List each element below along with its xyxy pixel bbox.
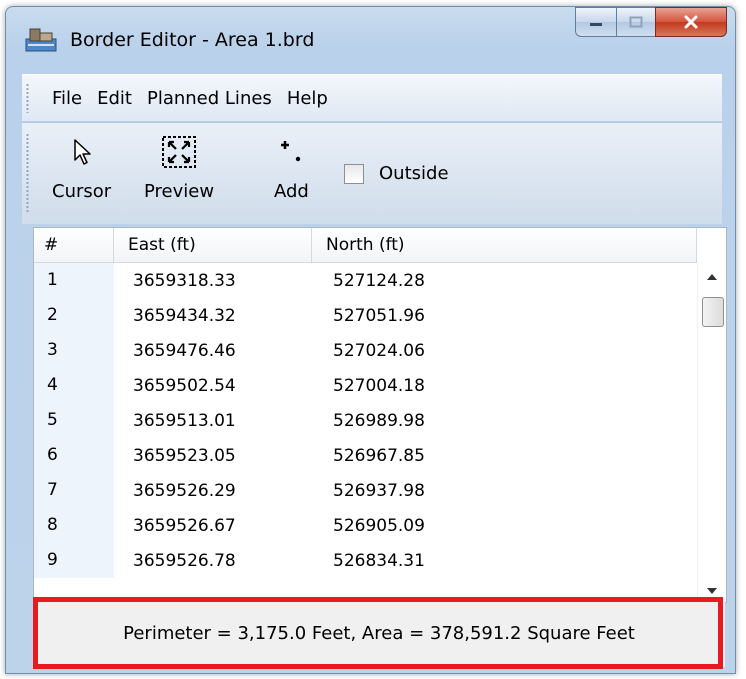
row-number: 5 — [34, 403, 114, 438]
menu-edit[interactable]: Edit — [97, 88, 132, 109]
menu-help[interactable]: Help — [287, 88, 328, 109]
perimeter-area-text: Perimeter = 3,175.0 Feet, Area = 378,591… — [123, 623, 635, 644]
menu-bar: File Edit Planned Lines Help — [22, 74, 722, 121]
column-header-number[interactable]: # — [34, 228, 114, 262]
table-row[interactable]: 4 3659502.54 527004.18 — [34, 368, 697, 403]
coordinates-grid: # East (ft) North (ft) 1 3659318.33 5271… — [33, 227, 727, 603]
row-number: 3 — [34, 333, 114, 368]
preview-label: Preview — [144, 181, 215, 202]
row-number: 6 — [34, 438, 114, 473]
north-cell[interactable]: 526905.09 — [312, 516, 697, 536]
table-row[interactable]: 8 3659526.67 526905.09 — [34, 508, 697, 543]
north-cell[interactable]: 526967.85 — [312, 446, 697, 466]
menu-grip[interactable] — [26, 83, 29, 113]
add-label: Add — [274, 181, 309, 202]
table-row[interactable]: 6 3659523.05 526967.85 — [34, 438, 697, 473]
outside-checkbox[interactable] — [344, 163, 364, 184]
title-bar[interactable]: Border Editor - Area 1.brd — [6, 7, 735, 69]
row-number: 1 — [34, 263, 114, 298]
cursor-label: Cursor — [52, 181, 112, 202]
east-cell[interactable]: 3659434.32 — [114, 306, 312, 326]
minimize-icon — [590, 23, 602, 26]
column-header-north[interactable]: North (ft) — [312, 228, 697, 262]
minimize-button[interactable] — [575, 7, 616, 37]
toolbar-grip[interactable] — [26, 133, 29, 213]
add-tool-button[interactable]: Add — [274, 129, 309, 202]
preview-expand-icon — [162, 136, 197, 168]
east-cell[interactable]: 3659318.33 — [114, 271, 312, 291]
table-row[interactable]: 2 3659434.32 527051.96 — [34, 298, 697, 333]
north-cell[interactable]: 526834.31 — [312, 551, 697, 571]
cursor-tool-button[interactable]: Cursor — [52, 129, 111, 202]
north-cell[interactable]: 526989.98 — [312, 411, 697, 431]
north-cell[interactable]: 527024.06 — [312, 341, 697, 361]
row-number: 8 — [34, 508, 114, 543]
scrollbar-thumb[interactable] — [702, 297, 724, 327]
close-button[interactable] — [655, 7, 727, 37]
table-row[interactable]: 9 3659526.78 526834.31 — [34, 543, 697, 578]
menu-file[interactable]: File — [52, 88, 82, 109]
cursor-arrow-icon — [73, 139, 91, 165]
add-point-icon — [281, 141, 301, 162]
table-row[interactable]: 1 3659318.33 527124.28 — [34, 263, 697, 298]
column-header-east[interactable]: East (ft) — [114, 228, 312, 262]
grid-rows: 1 3659318.33 527124.28 2 3659434.32 5270… — [34, 263, 697, 578]
scroll-down-button[interactable] — [698, 580, 726, 602]
scroll-up-arrow-icon — [707, 274, 717, 280]
border-editor-window: Border Editor - Area 1.brd File Edit Pla… — [5, 6, 736, 674]
vertical-scrollbar[interactable] — [697, 262, 726, 602]
east-cell[interactable]: 3659523.05 — [114, 446, 312, 466]
toolbar: Cursor Preview Add Outside — [22, 122, 722, 224]
status-bar: Perimeter = 3,175.0 Feet, Area = 378,591… — [33, 601, 725, 667]
north-cell[interactable]: 527124.28 — [312, 271, 697, 291]
app-icon — [25, 28, 57, 52]
close-icon — [684, 15, 698, 29]
scroll-up-button[interactable] — [698, 266, 726, 288]
row-number: 4 — [34, 368, 114, 403]
outside-label: Outside — [379, 163, 449, 184]
maximize-button[interactable] — [616, 7, 655, 37]
scroll-down-arrow-icon — [707, 588, 717, 594]
north-cell[interactable]: 527051.96 — [312, 306, 697, 326]
row-number: 7 — [34, 473, 114, 508]
north-cell[interactable]: 526937.98 — [312, 481, 697, 501]
east-cell[interactable]: 3659476.46 — [114, 341, 312, 361]
window-controls — [575, 7, 727, 37]
table-row[interactable]: 3 3659476.46 527024.06 — [34, 333, 697, 368]
outside-option[interactable]: Outside — [344, 163, 449, 184]
maximize-icon — [629, 16, 643, 28]
row-number: 2 — [34, 298, 114, 333]
row-number: 9 — [34, 543, 114, 578]
east-cell[interactable]: 3659526.29 — [114, 481, 312, 501]
table-row[interactable]: 5 3659513.01 526989.98 — [34, 403, 697, 438]
menu-planned-lines[interactable]: Planned Lines — [147, 88, 272, 109]
north-cell[interactable]: 527004.18 — [312, 376, 697, 396]
east-cell[interactable]: 3659513.01 — [114, 411, 312, 431]
grid-header: # East (ft) North (ft) — [34, 228, 697, 263]
east-cell[interactable]: 3659502.54 — [114, 376, 312, 396]
table-row[interactable]: 7 3659526.29 526937.98 — [34, 473, 697, 508]
east-cell[interactable]: 3659526.78 — [114, 551, 312, 571]
preview-tool-button[interactable]: Preview — [144, 129, 214, 202]
window-title: Border Editor - Area 1.brd — [70, 29, 315, 51]
east-cell[interactable]: 3659526.67 — [114, 516, 312, 536]
